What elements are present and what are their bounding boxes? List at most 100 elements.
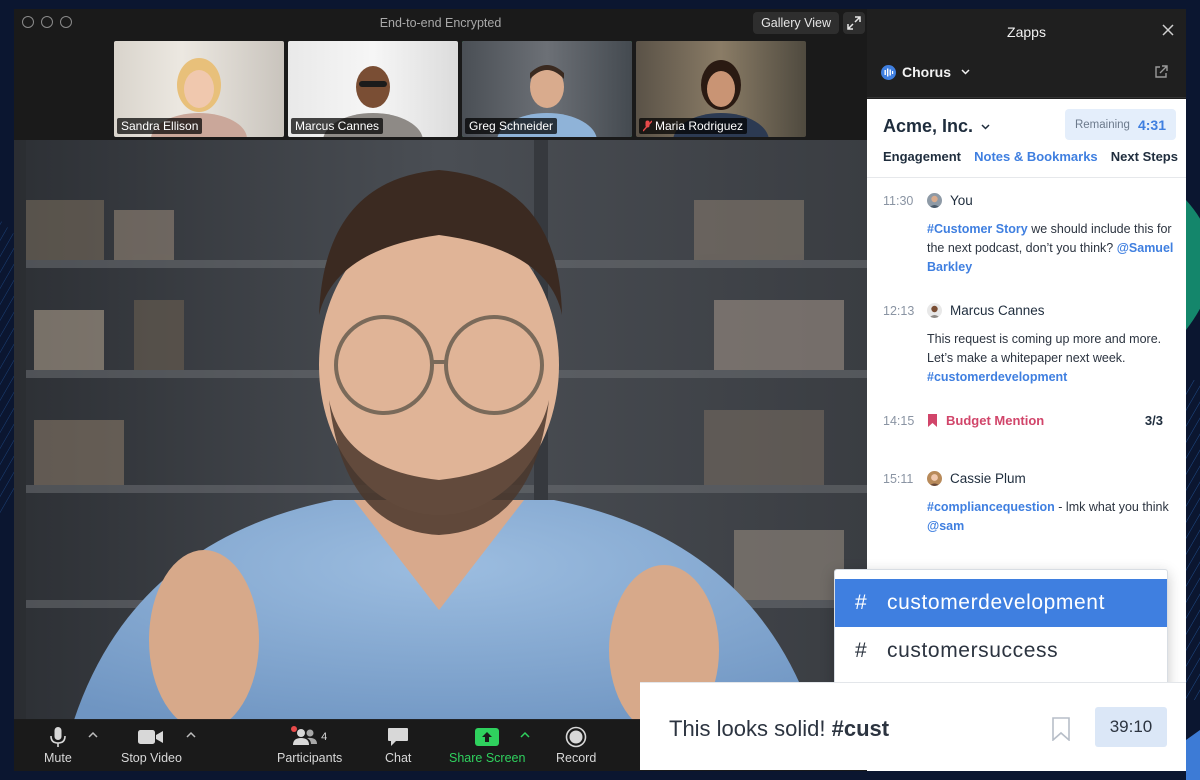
hashtag-autocomplete: # customerdevelopment # customersuccess (834, 569, 1168, 697)
window-titlebar: End-to-end Encrypted Gallery View (14, 9, 867, 37)
participant-tile[interactable]: Maria Rodriguez (636, 41, 806, 137)
bookmark-item[interactable]: 14:15 Budget Mention 3/3 (883, 413, 1174, 428)
maximize-window-button[interactable] (60, 16, 72, 28)
participant-name-label: Sandra Ellison (117, 118, 203, 134)
remaining-label: Remaining (1074, 118, 1130, 131)
chevron-up-icon[interactable] (88, 731, 98, 739)
chevron-up-icon[interactable] (186, 731, 196, 739)
timestamp-chip[interactable]: 39:10 (1095, 707, 1167, 747)
note-body: This request is coming up more and more.… (927, 330, 1174, 387)
share-screen-label: Share Screen (449, 751, 526, 765)
panel-tabs: Engagement Notes & Bookmarks Next Steps (883, 149, 1178, 164)
chat-label: Chat (385, 751, 412, 765)
hashtag[interactable]: #compliancequestion (927, 500, 1055, 514)
company-selector[interactable]: Acme, Inc. (883, 116, 990, 137)
bookmark-icon (928, 414, 937, 427)
mute-label: Mute (44, 751, 72, 765)
mute-button[interactable]: Mute (44, 725, 72, 765)
note-input[interactable]: This looks solid! #cust (669, 716, 889, 742)
remaining-value: 4:31 (1137, 116, 1166, 133)
participant-tile[interactable]: Sandra Ellison (114, 41, 284, 137)
participants-count: 4 (321, 731, 328, 743)
note-composer[interactable]: This looks solid! #cust 39:10 (640, 682, 1186, 770)
note-time: 12:13 (883, 303, 915, 318)
note-author: You (950, 193, 973, 208)
tab-notes-bookmarks[interactable]: Notes & Bookmarks (974, 149, 1098, 164)
note-text: This request is coming up more and more.… (927, 332, 1162, 365)
share-screen-icon (475, 728, 500, 746)
expand-icon (847, 16, 861, 30)
record-icon (565, 726, 587, 748)
participants-button[interactable]: 4 Participants (277, 725, 342, 765)
autocomplete-option[interactable]: # customersuccess (835, 627, 1167, 675)
microphone-icon (50, 727, 66, 747)
company-name: Acme, Inc. (883, 116, 974, 136)
note-item[interactable]: 12:13 Marcus Cannes This request is comi… (883, 303, 1174, 387)
participant-thumbnails: Sandra Ellison Marcus Cannes Greg Schnei (114, 41, 806, 137)
bookmark-icon[interactable] (1051, 717, 1071, 741)
fullscreen-button[interactable] (843, 12, 865, 34)
note-input-text: This looks solid! (669, 716, 832, 741)
video-camera-icon (138, 730, 164, 744)
speaker-video-frame (14, 140, 867, 720)
hashtag[interactable]: #Customer Story (927, 222, 1028, 236)
close-icon[interactable] (1162, 24, 1174, 36)
record-button[interactable]: Record (556, 725, 596, 765)
chat-button[interactable]: Chat (385, 725, 411, 765)
participant-name-label: Marcus Cannes (291, 118, 384, 134)
zapps-title: Zapps (1007, 24, 1046, 40)
app-selector[interactable]: Chorus (881, 64, 970, 80)
record-label: Record (556, 751, 597, 765)
note-author: Cassie Plum (950, 471, 1026, 486)
participant-tile[interactable]: Marcus Cannes (288, 41, 458, 137)
stop-video-label: Stop Video (121, 751, 182, 765)
gallery-view-button[interactable]: Gallery View (753, 12, 839, 34)
note-time: 14:15 (883, 413, 915, 428)
participant-name-label: Greg Schneider (465, 118, 558, 134)
app-name: Chorus (902, 64, 951, 80)
chevron-up-icon[interactable] (520, 731, 530, 739)
divider (867, 177, 1186, 178)
participant-name-label: Maria Rodriguez (639, 118, 748, 134)
chorus-logo-icon (881, 64, 896, 80)
tab-engagement[interactable]: Engagement (883, 149, 961, 164)
close-window-button[interactable] (22, 16, 34, 28)
window-title: End-to-end Encrypted (379, 16, 502, 30)
active-speaker-video (14, 140, 867, 720)
stop-video-button[interactable]: Stop Video (121, 725, 182, 765)
minimize-window-button[interactable] (41, 16, 53, 28)
hashtag[interactable]: #customerdevelopment (927, 370, 1067, 384)
note-item[interactable]: 15:11 Cassie Plum #compliancequestion - … (883, 471, 1174, 536)
note-text: - lmk what you think (1054, 500, 1169, 514)
bookmark-title: Budget Mention (946, 413, 1045, 428)
tab-next-steps[interactable]: Next Steps (1111, 149, 1178, 164)
active-speaker-tile[interactable]: Greg Schneider (462, 41, 632, 137)
share-screen-button[interactable]: Share Screen (449, 725, 525, 765)
bookmark-count: 3/3 (1144, 413, 1163, 428)
note-time: 11:30 (883, 193, 914, 208)
autocomplete-option-label: customersuccess (887, 639, 1059, 662)
autocomplete-option-label: customerdevelopment (887, 591, 1106, 614)
hash-icon: # (855, 591, 868, 614)
avatar (927, 193, 942, 208)
divider (867, 97, 1186, 98)
note-time: 15:11 (883, 471, 914, 486)
remaining-timer: Remaining 4:31 (1064, 109, 1176, 140)
note-input-tag: #cust (831, 716, 890, 741)
mention[interactable]: @sam (927, 519, 964, 533)
participants-label: Participants (277, 751, 343, 765)
avatar (927, 303, 942, 318)
hash-icon: # (855, 639, 868, 662)
window-controls (22, 16, 72, 28)
chevron-down-icon (981, 123, 990, 130)
muted-mic-icon (643, 120, 652, 132)
autocomplete-option[interactable]: # customerdevelopment (835, 579, 1167, 627)
external-link-icon[interactable] (1154, 65, 1168, 79)
chevron-down-icon (961, 69, 970, 75)
avatar (927, 471, 942, 486)
note-body: #Customer Story we should include this f… (927, 220, 1174, 277)
zoom-meeting-window: End-to-end Encrypted Gallery View Sandra… (14, 9, 867, 771)
note-item[interactable]: 11:30 You #Customer Story we should incl… (883, 193, 1174, 277)
note-author: Marcus Cannes (950, 303, 1045, 318)
note-body: #compliancequestion - lmk what you think… (927, 498, 1174, 536)
